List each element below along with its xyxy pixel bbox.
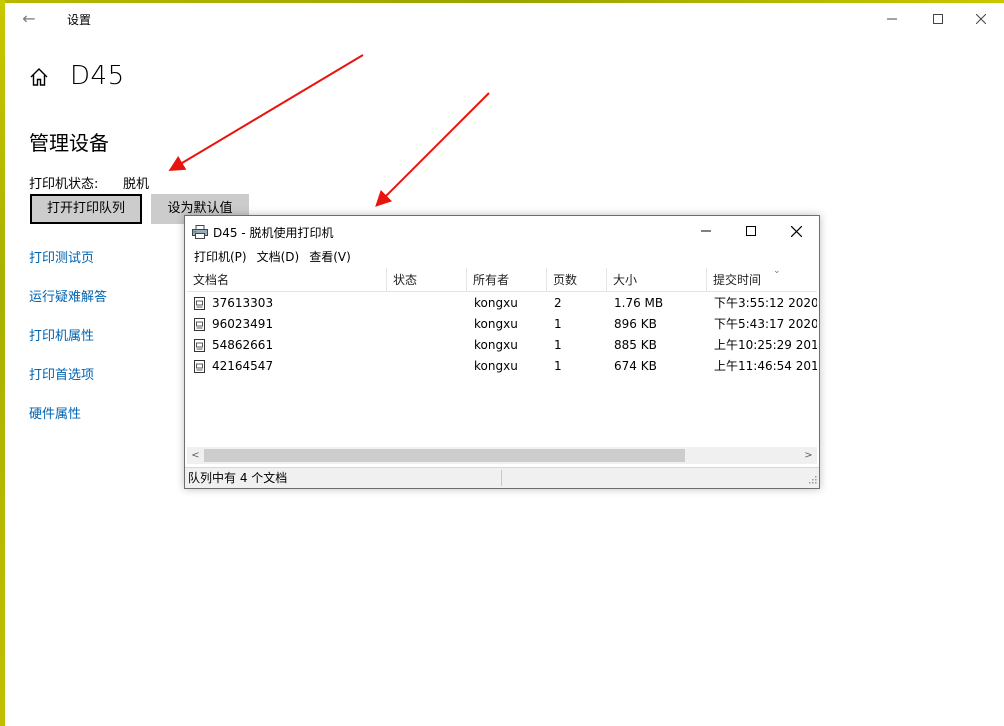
cell-pages: 1 xyxy=(554,338,562,352)
section-title: 管理设备 xyxy=(29,131,109,155)
document-icon xyxy=(194,339,205,352)
queue-close-button[interactable] xyxy=(773,216,819,246)
scroll-left-icon[interactable]: < xyxy=(187,447,204,464)
minimize-button[interactable] xyxy=(869,3,915,35)
link-printer-properties[interactable]: 打印机属性 xyxy=(29,325,94,344)
menu-document[interactable]: 文档(D) xyxy=(252,246,305,266)
cell-owner: kongxu xyxy=(474,296,518,310)
cell-size: 1.76 MB xyxy=(614,296,664,310)
maximize-icon xyxy=(746,226,756,236)
cell-size: 885 KB xyxy=(614,338,657,352)
home-icon[interactable] xyxy=(29,67,49,87)
cell-submitted: 上午10:25:29 2019 xyxy=(714,338,817,352)
document-icon xyxy=(194,318,205,331)
cell-size: 896 KB xyxy=(614,317,657,331)
horizontal-scrollbar[interactable]: < > xyxy=(187,447,817,464)
cell-name: 42164547 xyxy=(212,359,274,373)
queue-title: D45 - 脱机使用打印机 xyxy=(213,226,334,240)
cell-owner: kongxu xyxy=(474,338,518,352)
back-button[interactable]: ← xyxy=(17,9,41,29)
queue-status-text: 队列中有 4 个文档 xyxy=(188,471,288,485)
cell-status xyxy=(393,293,467,314)
cell-status xyxy=(393,356,467,377)
settings-titlebar: ← 设置 xyxy=(5,3,1004,35)
scroll-right-icon[interactable]: > xyxy=(800,447,817,464)
column-document-name[interactable]: 文档名 xyxy=(187,268,387,292)
cell-owner: kongxu xyxy=(474,317,518,331)
resize-grip-icon[interactable] xyxy=(807,476,817,486)
status-divider xyxy=(501,470,502,486)
menu-printer[interactable]: 打印机(P) xyxy=(189,246,252,266)
menu-view[interactable]: 查看(V) xyxy=(304,246,356,266)
minimize-icon xyxy=(887,18,897,20)
queue-minimize-button[interactable] xyxy=(683,216,729,246)
queue-maximize-button[interactable] xyxy=(728,216,774,246)
maximize-icon xyxy=(933,14,943,24)
printer-status-label: 打印机状态: xyxy=(29,177,99,192)
cell-pages: 2 xyxy=(554,296,562,310)
document-icon xyxy=(194,360,205,373)
cell-submitted: 下午3:55:12 2020/ xyxy=(714,296,817,310)
cell-pages: 1 xyxy=(554,359,562,373)
scroll-thumb[interactable] xyxy=(204,449,685,462)
table-row[interactable]: 42164547 kongxu 1 674 KB 上午11:46:54 2019 xyxy=(187,356,817,377)
cell-status xyxy=(393,335,467,356)
open-print-queue-button[interactable]: 打开打印队列 xyxy=(30,194,142,224)
cell-name: 37613303 xyxy=(212,296,274,310)
link-printing-preferences[interactable]: 打印首选项 xyxy=(29,364,94,383)
cell-pages: 1 xyxy=(554,317,562,331)
queue-status-bar: 队列中有 4 个文档 xyxy=(185,467,819,488)
link-troubleshoot[interactable]: 运行疑难解答 xyxy=(29,286,107,305)
document-icon xyxy=(194,297,205,310)
table-row[interactable]: 96023491 kongxu 1 896 KB 下午5:43:17 2020/ xyxy=(187,314,817,335)
column-submitted[interactable]: 提交时间 xyxy=(707,268,817,292)
maximize-button[interactable] xyxy=(915,3,961,35)
cell-name: 54862661 xyxy=(212,338,274,352)
column-owner[interactable]: 所有者 xyxy=(467,268,547,292)
queue-menubar: 打印机(P) 文档(D) 查看(V) xyxy=(185,246,819,266)
cell-status xyxy=(393,314,467,335)
column-status[interactable]: 状态 xyxy=(387,268,467,292)
queue-column-header: 文档名 状态 所有者 页数 大小 提交时间 ⌄ xyxy=(187,266,817,292)
close-icon xyxy=(790,225,802,237)
cell-owner: kongxu xyxy=(474,359,518,373)
cell-submitted: 上午11:46:54 2019 xyxy=(714,359,817,373)
cell-size: 674 KB xyxy=(614,359,657,373)
table-row[interactable]: 37613303 kongxu 2 1.76 MB 下午3:55:12 2020/ xyxy=(187,293,817,314)
print-queue-window: D45 - 脱机使用打印机 打印机(P) 文档(D) 查看(V) 文档名 状态 … xyxy=(184,215,820,489)
app-title: 设置 xyxy=(67,13,92,27)
sort-chevron-icon: ⌄ xyxy=(773,266,781,276)
cell-name: 96023491 xyxy=(212,317,274,331)
cell-submitted: 下午5:43:17 2020/ xyxy=(714,317,817,331)
table-row[interactable]: 54862661 kongxu 1 885 KB 上午10:25:29 2019 xyxy=(187,335,817,356)
page-title: D45 xyxy=(70,61,125,91)
column-size[interactable]: 大小 xyxy=(607,268,707,292)
minimize-icon xyxy=(701,230,711,232)
link-hardware-properties[interactable]: 硬件属性 xyxy=(29,403,81,422)
printer-icon xyxy=(192,225,208,239)
column-pages[interactable]: 页数 xyxy=(547,268,607,292)
link-print-test-page[interactable]: 打印测试页 xyxy=(29,247,94,266)
close-button[interactable] xyxy=(958,3,1004,35)
queue-titlebar: D45 - 脱机使用打印机 xyxy=(185,216,819,246)
close-icon xyxy=(976,14,986,24)
printer-status-value: 脱机 xyxy=(123,177,150,192)
